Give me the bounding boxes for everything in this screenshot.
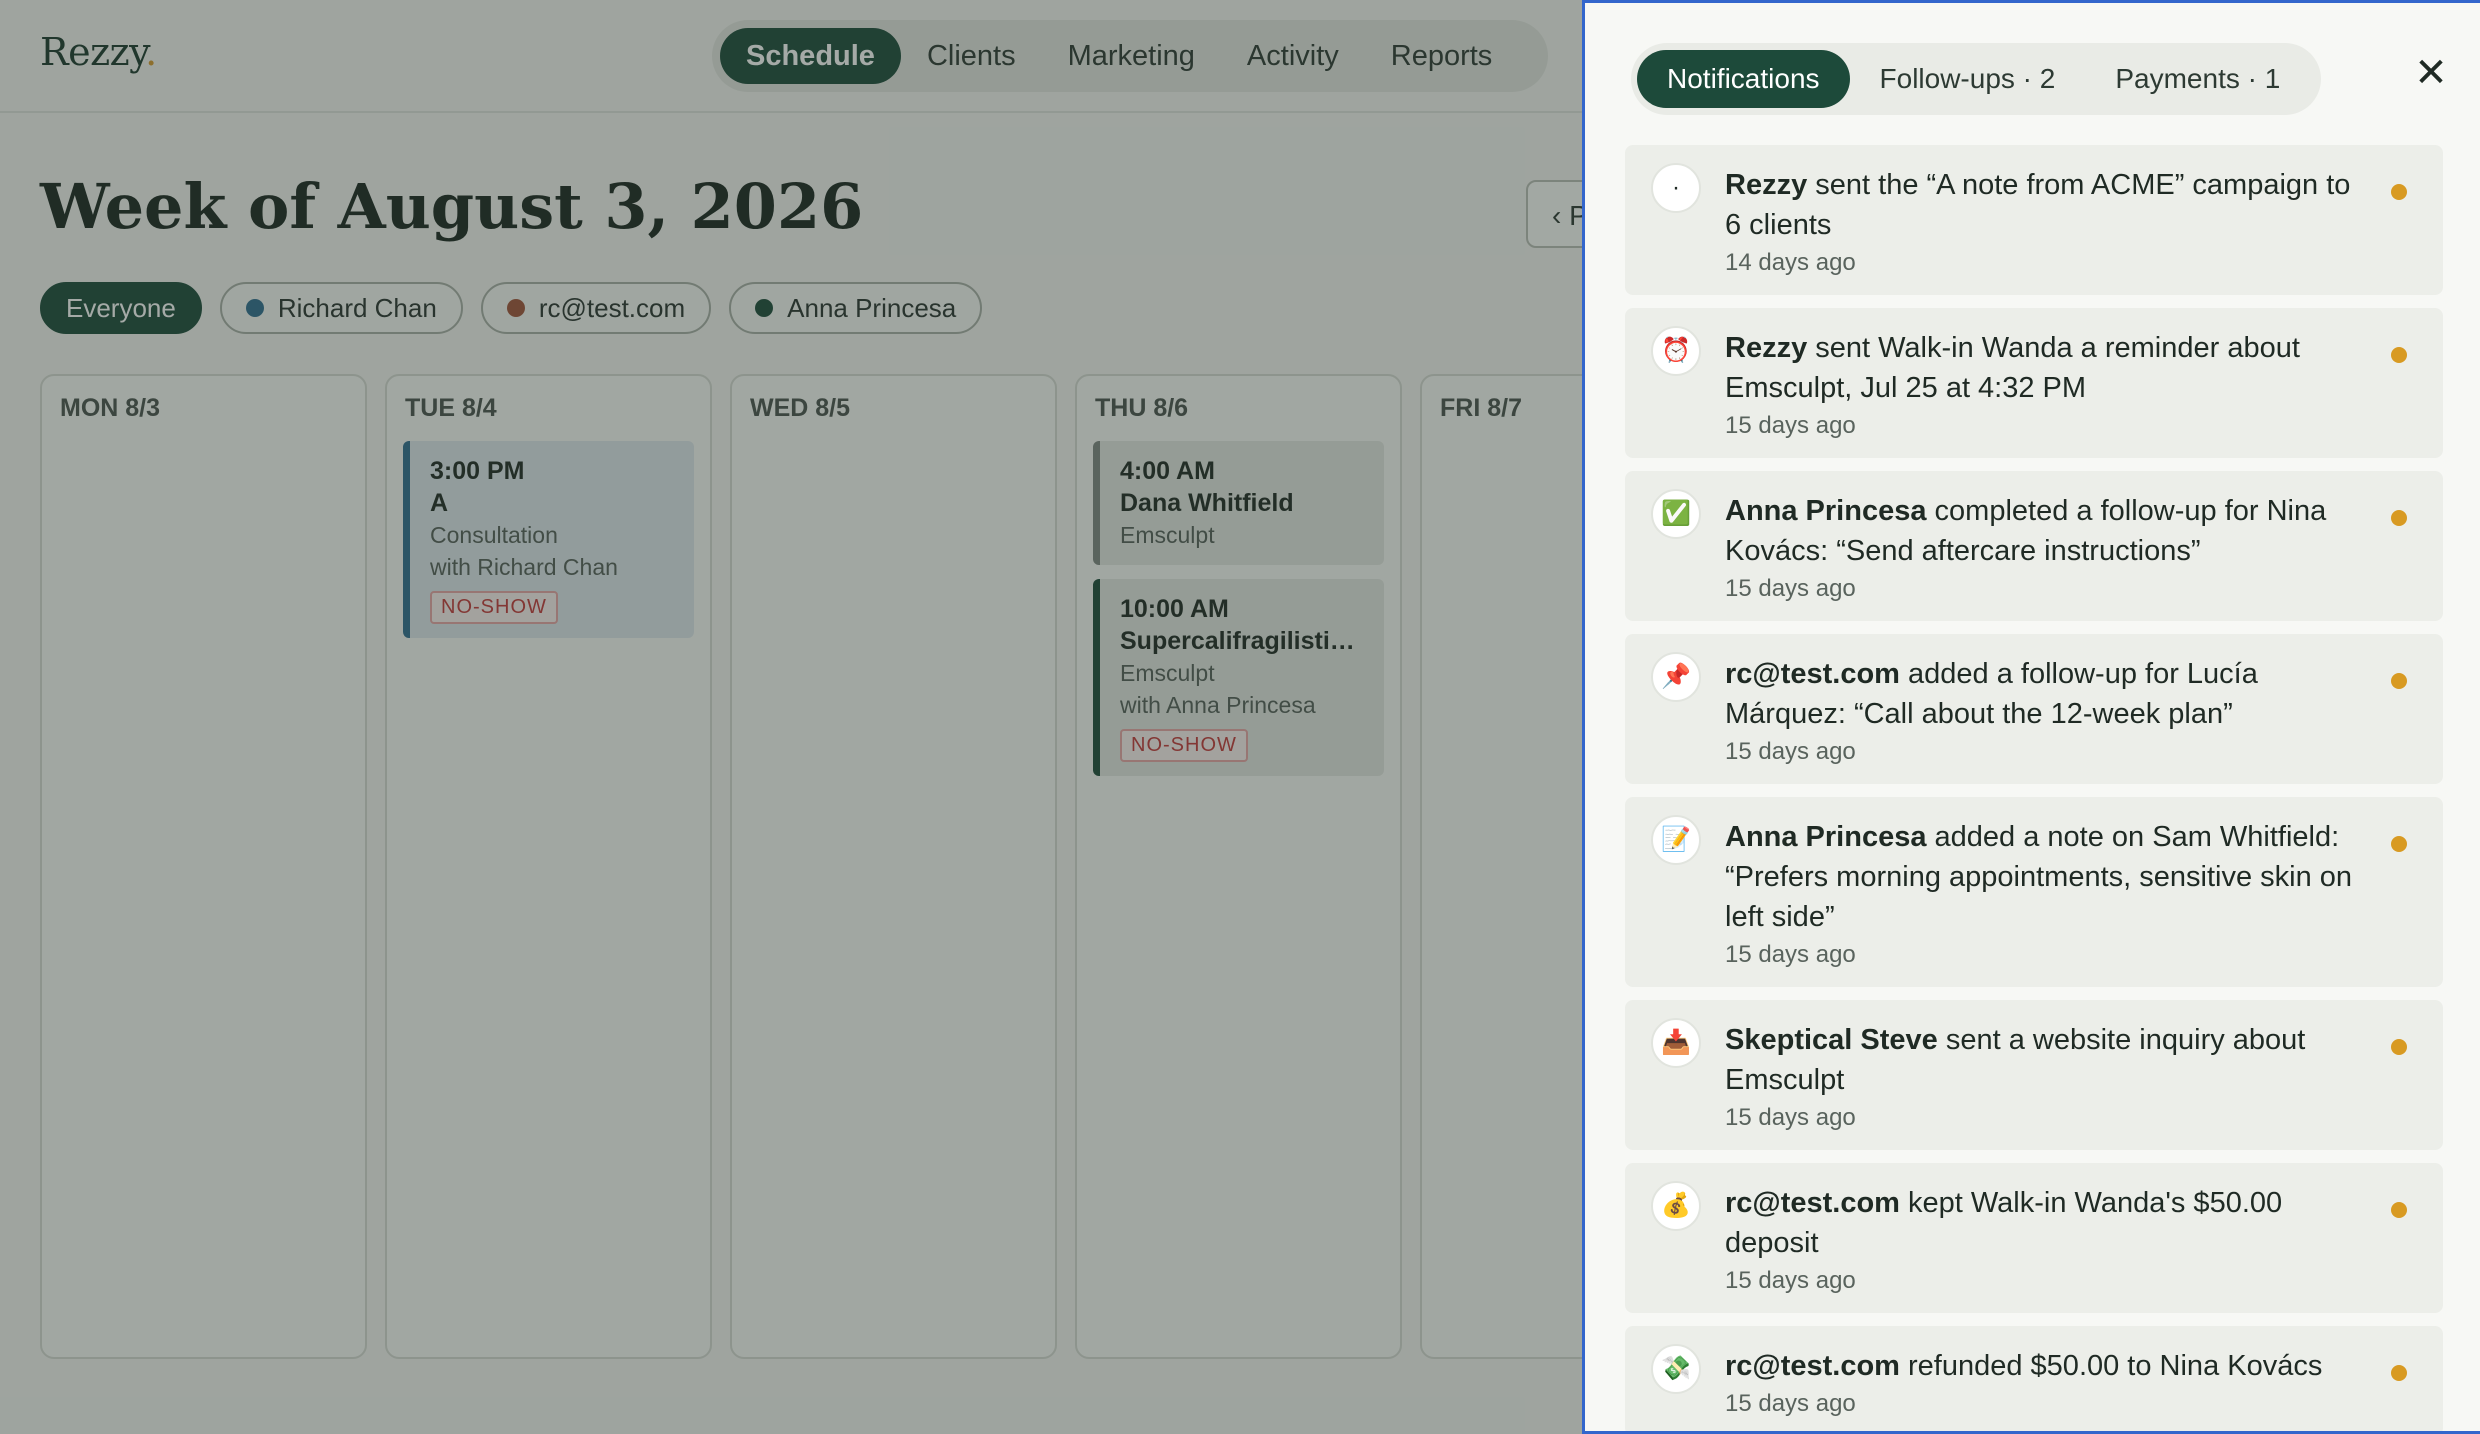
notification-time: 15 days ago <box>1725 1267 1856 1294</box>
money-bag-icon: 💰 <box>1651 1181 1701 1231</box>
pushpin-icon: 📌 <box>1651 652 1701 702</box>
notification-message: Anna Princesa completed a follow-up for … <box>1725 495 2327 567</box>
notification-time: 15 days ago <box>1725 738 1856 765</box>
notification-item[interactable]: ⏰ Rezzy sent Walk-in Wanda a reminder ab… <box>1625 308 2443 458</box>
memo-icon: 📝 <box>1651 815 1701 865</box>
inbox-tray-icon: 📥 <box>1651 1018 1701 1068</box>
notification-time: 15 days ago <box>1725 1390 1856 1417</box>
notification-message: rc@test.com refunded $50.00 to Nina Ková… <box>1725 1350 2323 1382</box>
unread-dot-icon <box>2391 347 2407 363</box>
unread-dot-icon <box>2391 1202 2407 1218</box>
unread-dot-icon <box>2391 510 2407 526</box>
panel-tabs: Notifications Follow-ups · 2 Payments · … <box>1631 43 2321 115</box>
notification-item[interactable]: · Rezzy sent the “A note from ACME” camp… <box>1625 145 2443 295</box>
notification-time: 14 days ago <box>1725 249 1856 276</box>
notification-actor: rc@test.com <box>1725 1187 1900 1219</box>
tab-payments[interactable]: Payments · 1 <box>2085 50 2310 108</box>
notification-time: 15 days ago <box>1725 1104 1856 1131</box>
notification-message: rc@test.com added a follow-up for Lucía … <box>1725 658 2258 730</box>
unread-dot-icon <box>2391 836 2407 852</box>
close-icon[interactable]: ✕ <box>2405 47 2457 99</box>
notification-list: · Rezzy sent the “A note from ACME” camp… <box>1625 145 2443 1431</box>
notification-actor: Anna Princesa <box>1725 821 1927 853</box>
notification-time: 15 days ago <box>1725 575 1856 602</box>
notification-actor: rc@test.com <box>1725 1350 1900 1382</box>
notification-actor: Skeptical Steve <box>1725 1024 1938 1056</box>
dot-icon: · <box>1651 163 1701 213</box>
notification-item[interactable]: 📝 Anna Princesa added a note on Sam Whit… <box>1625 797 2443 987</box>
tab-notifications[interactable]: Notifications <box>1637 50 1850 108</box>
notification-message: Skeptical Steve sent a website inquiry a… <box>1725 1024 2306 1096</box>
notification-message: Rezzy sent the “A note from ACME” campai… <box>1725 169 2351 241</box>
notification-item[interactable]: ✅ Anna Princesa completed a follow-up fo… <box>1625 471 2443 621</box>
unread-dot-icon <box>2391 184 2407 200</box>
notification-time: 15 days ago <box>1725 941 1856 968</box>
notification-actor: Anna Princesa <box>1725 495 1927 527</box>
notification-actor: rc@test.com <box>1725 658 1900 690</box>
notification-item[interactable]: 💰 rc@test.com kept Walk-in Wanda's $50.0… <box>1625 1163 2443 1313</box>
notification-message: Rezzy sent Walk-in Wanda a reminder abou… <box>1725 332 2300 404</box>
money-with-wings-icon: 💸 <box>1651 1344 1701 1394</box>
notification-message: rc@test.com kept Walk-in Wanda's $50.00 … <box>1725 1187 2283 1259</box>
notification-item[interactable]: 💸 rc@test.com refunded $50.00 to Nina Ko… <box>1625 1326 2443 1431</box>
check-mark-icon: ✅ <box>1651 489 1701 539</box>
unread-dot-icon <box>2391 673 2407 689</box>
notification-time: 15 days ago <box>1725 412 1856 439</box>
notification-actor: Rezzy <box>1725 169 1808 201</box>
unread-dot-icon <box>2391 1365 2407 1381</box>
notification-message: Anna Princesa added a note on Sam Whitfi… <box>1725 821 2353 933</box>
notification-actor: Rezzy <box>1725 332 1808 364</box>
notification-item[interactable]: 📥 Skeptical Steve sent a website inquiry… <box>1625 1000 2443 1150</box>
alarm-clock-icon: ⏰ <box>1651 326 1701 376</box>
unread-dot-icon <box>2391 1039 2407 1055</box>
notifications-panel: Notifications Follow-ups · 2 Payments · … <box>1582 0 2480 1434</box>
notification-item[interactable]: 📌 rc@test.com added a follow-up for Lucí… <box>1625 634 2443 784</box>
tab-follow-ups[interactable]: Follow-ups · 2 <box>1850 50 2086 108</box>
